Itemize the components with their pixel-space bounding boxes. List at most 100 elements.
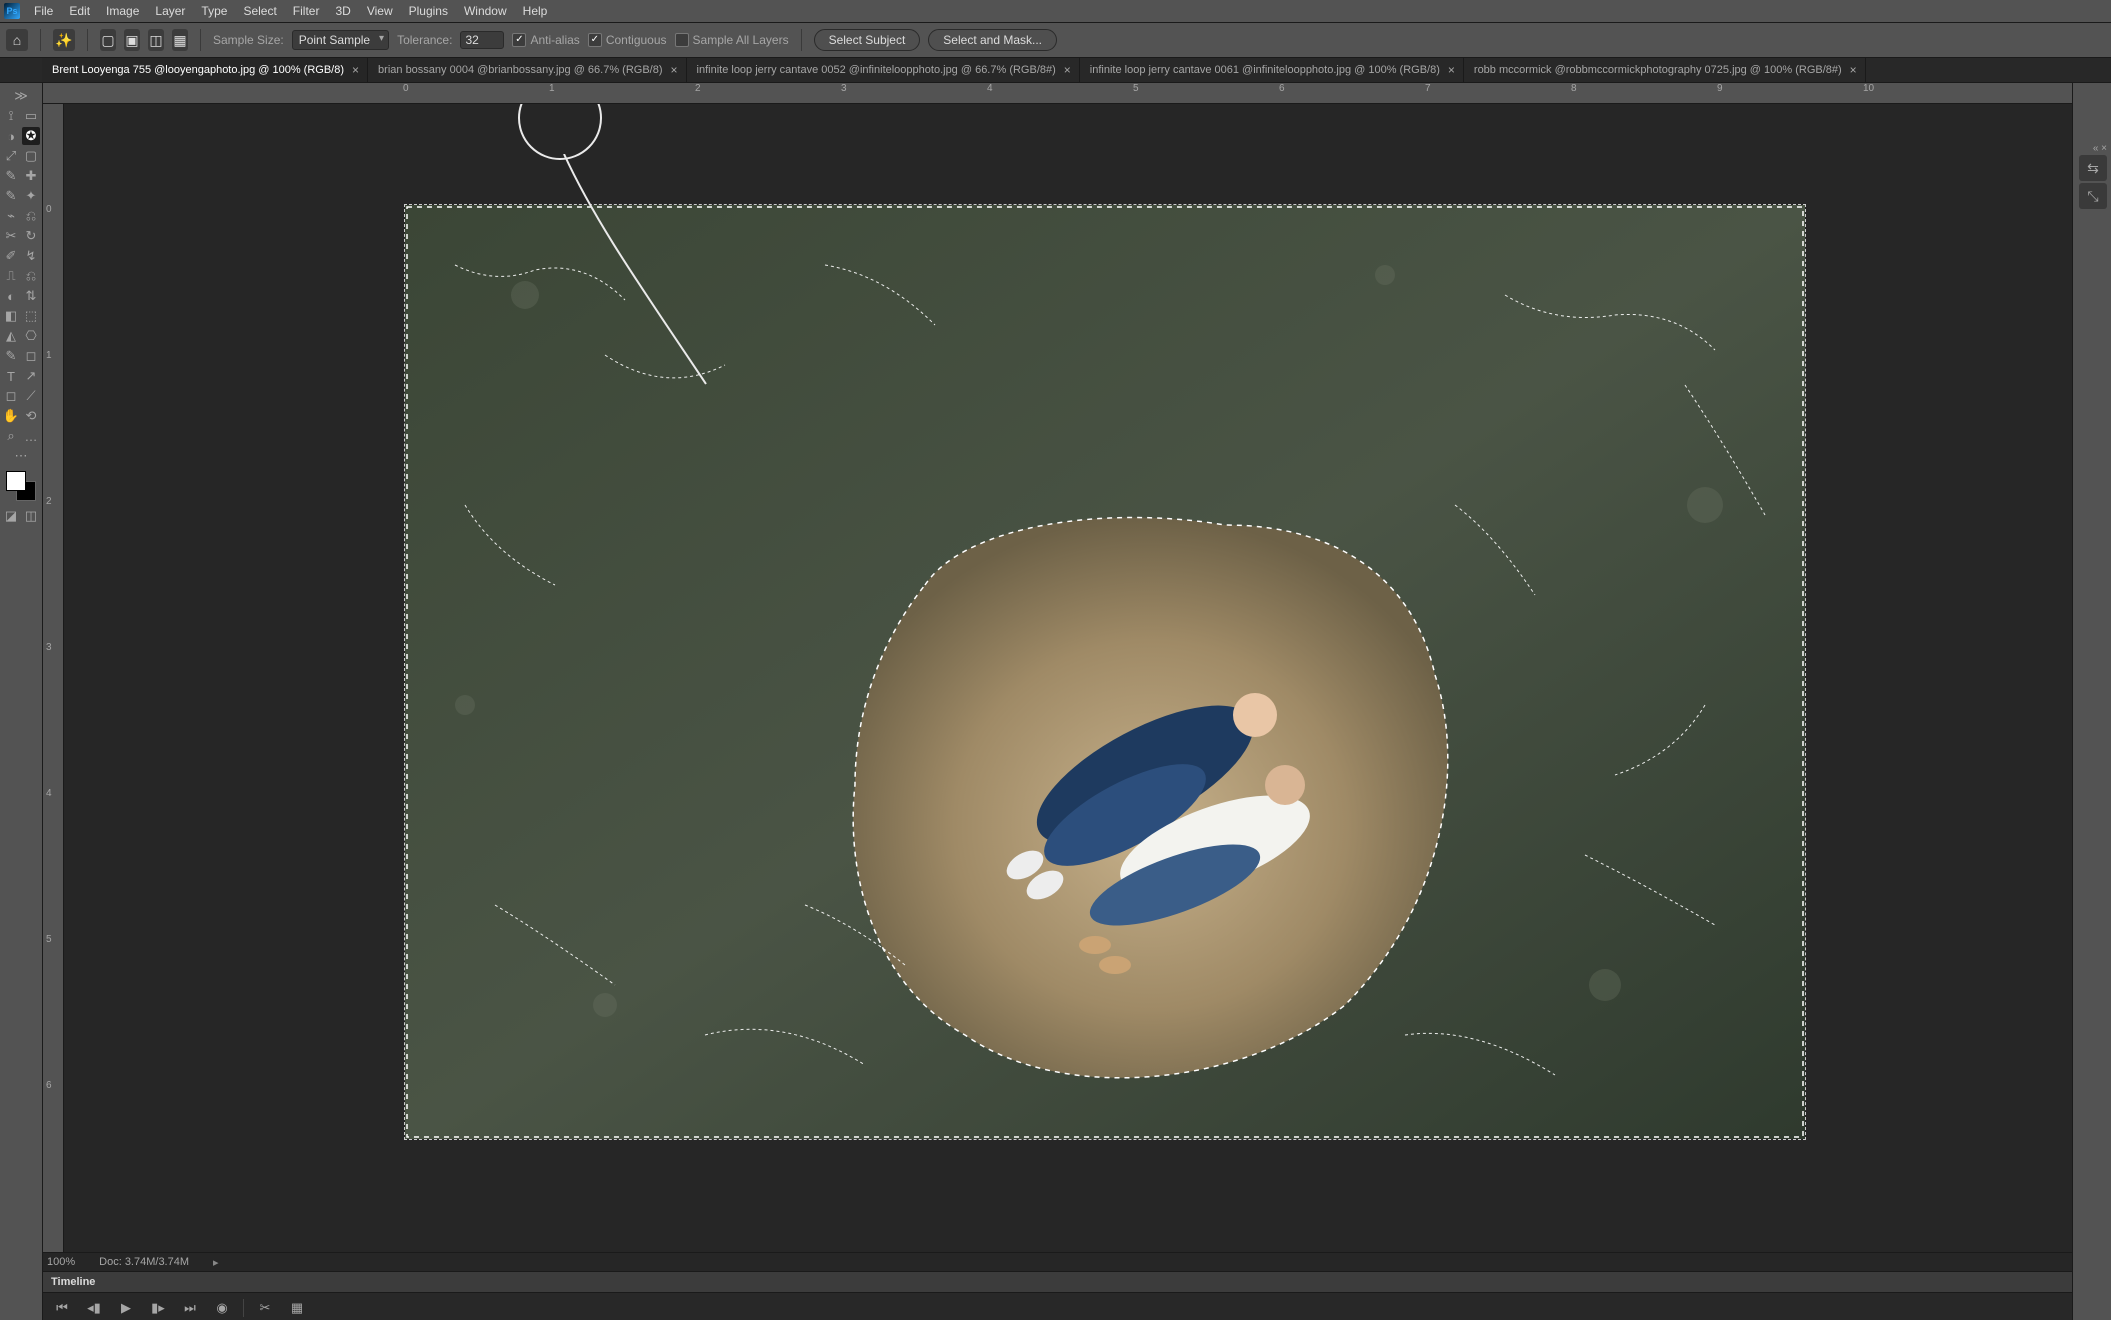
menu-3d[interactable]: 3D — [327, 2, 358, 20]
magic-wand-tool-icon[interactable]: ✨ — [53, 29, 75, 51]
split-icon[interactable]: ✂ — [254, 1297, 276, 1319]
zoom-level[interactable]: 100% — [47, 1256, 75, 1268]
ruler-tick: 3 — [46, 642, 52, 653]
ruler-vertical[interactable]: 0 1 2 3 4 5 6 — [43, 104, 64, 1252]
gradient-tool[interactable]: ↻ — [22, 227, 40, 245]
burn-tool[interactable]: ⎌ — [22, 267, 40, 285]
edit-toolbar-icon[interactable]: ⋯ — [2, 447, 40, 465]
blur-tool[interactable]: ◐ — [2, 287, 20, 305]
rotate-view-tool[interactable]: ⟲ — [22, 407, 40, 425]
pen-tool[interactable]: ✐ — [2, 247, 20, 265]
quick-mask-icon[interactable]: ◪ — [2, 507, 20, 525]
foreground-color-swatch[interactable] — [6, 471, 26, 491]
sharpen-tool[interactable]: ⇅ — [22, 287, 40, 305]
prev-frame-icon[interactable]: ◂▮ — [83, 1297, 105, 1319]
rectangle-tool[interactable]: ◧ — [2, 307, 20, 325]
selection-subtract-icon[interactable]: ◫ — [148, 29, 164, 51]
menu-view[interactable]: View — [359, 2, 401, 20]
anti-alias-checkbox[interactable]: Anti-alias — [512, 33, 579, 47]
close-icon[interactable]: × — [350, 63, 361, 77]
selection-add-icon[interactable]: ▣ — [124, 29, 140, 51]
document-tab[interactable]: robb mccormick @robbmccormickphotography… — [1464, 58, 1866, 82]
first-frame-icon[interactable]: ⏮ — [51, 1297, 73, 1319]
color-swatches[interactable] — [6, 471, 36, 501]
line-tool[interactable]: ⟋ — [22, 387, 40, 405]
lasso-tool[interactable]: ⤢ — [2, 147, 20, 165]
menu-filter[interactable]: Filter — [285, 2, 328, 20]
eraser-tool[interactable]: ✂ — [2, 227, 20, 245]
audio-icon[interactable]: ◉ — [211, 1297, 233, 1319]
document-tab[interactable]: infinite loop jerry cantave 0061 @infini… — [1080, 58, 1464, 82]
magic-wand-tool[interactable]: ✪ — [22, 127, 40, 145]
last-frame-icon[interactable]: ⏭ — [179, 1297, 201, 1319]
panel-icon[interactable]: ⤡ — [2079, 183, 2107, 209]
history-brush-tool[interactable]: ⎌ — [22, 207, 40, 225]
contiguous-checkbox[interactable]: Contiguous — [588, 33, 667, 47]
close-icon[interactable]: × — [669, 63, 680, 77]
timeline-panel-tab[interactable]: Timeline — [43, 1271, 2072, 1292]
ellipse-tool[interactable]: ◻ — [22, 347, 40, 365]
marquee-tool[interactable]: ◑ — [2, 127, 20, 145]
menu-select[interactable]: Select — [235, 2, 284, 20]
menu-layer[interactable]: Layer — [147, 2, 193, 20]
spot-heal-tool[interactable]: ✎ — [2, 187, 20, 205]
document-tab[interactable]: infinite loop jerry cantave 0052 @infini… — [687, 58, 1080, 82]
zoom-tool[interactable]: ⌕ — [2, 427, 20, 445]
menu-plugins[interactable]: Plugins — [401, 2, 456, 20]
document-tab[interactable]: Brent Looyenga 755 @looyengaphoto.jpg @ … — [42, 58, 368, 82]
ruler-tick: 9 — [1717, 83, 1723, 94]
play-icon[interactable]: ▶ — [115, 1297, 137, 1319]
close-icon[interactable]: × — [1848, 63, 1859, 77]
document-tab[interactable]: brian bossany 0004 @brianbossany.jpg @ 6… — [368, 58, 686, 82]
panel-icon[interactable]: ⇆ — [2079, 155, 2107, 181]
select-subject-button[interactable]: Select Subject — [814, 29, 921, 51]
sample-all-layers-checkbox[interactable]: Sample All Layers — [675, 33, 789, 47]
menu-help[interactable]: Help — [515, 2, 556, 20]
pencil-tool[interactable]: ✎ — [2, 347, 20, 365]
triangle-tool[interactable]: ◭ — [2, 327, 20, 345]
toolbox-handle-icon[interactable]: ≫ — [2, 87, 40, 105]
custom-shape-tool[interactable]: ⬚ — [22, 307, 40, 325]
menu-window[interactable]: Window — [456, 2, 515, 20]
selection-new-icon[interactable]: ▢ — [100, 29, 116, 51]
menu-image[interactable]: Image — [98, 2, 147, 20]
tolerance-input[interactable] — [460, 31, 504, 49]
sample-size-select[interactable]: Point Sample — [292, 30, 389, 50]
close-icon[interactable]: × — [1062, 63, 1073, 77]
hexagon-tool[interactable]: ⎔ — [22, 327, 40, 345]
select-and-mask-button[interactable]: Select and Mask... — [928, 29, 1057, 51]
text-tool[interactable]: T — [2, 367, 20, 385]
document-tabs: Brent Looyenga 755 @looyengaphoto.jpg @ … — [0, 58, 2111, 83]
menu-type[interactable]: Type — [193, 2, 235, 20]
brush-tool[interactable]: ✦ — [22, 187, 40, 205]
transition-icon[interactable]: ▦ — [286, 1297, 308, 1319]
screen-mode-icon[interactable]: ◫ — [22, 507, 40, 525]
menu-edit[interactable]: Edit — [61, 2, 98, 20]
ruler-horizontal[interactable]: 0 1 2 3 4 5 6 7 8 9 10 — [63, 83, 2072, 104]
ruler-tick: 1 — [46, 350, 52, 361]
dock-collapse-icon[interactable]: « × — [2079, 143, 2107, 153]
next-frame-icon[interactable]: ▮▸ — [147, 1297, 169, 1319]
document-image[interactable] — [404, 204, 1806, 1140]
artboard-tool[interactable]: ▭ — [22, 107, 40, 125]
close-icon[interactable]: × — [1446, 63, 1457, 77]
crop-tool[interactable]: ✚ — [22, 167, 40, 185]
eyedropper-tool[interactable]: ✎ — [2, 167, 20, 185]
separator — [40, 29, 41, 51]
hand-tool[interactable]: ✋ — [2, 407, 20, 425]
home-icon[interactable]: ⌂ — [6, 29, 28, 51]
rect-shape-tool[interactable]: ◻ — [2, 387, 20, 405]
doc-size-label[interactable]: Doc: 3.74M/3.74M — [99, 1256, 189, 1268]
smudge-tool[interactable]: ↯ — [22, 247, 40, 265]
frame-tool[interactable]: ▢ — [22, 147, 40, 165]
menu-file[interactable]: File — [26, 2, 61, 20]
dodge-tool[interactable]: ⎍ — [2, 267, 20, 285]
status-arrow-icon[interactable]: ▸ — [213, 1256, 219, 1269]
selection-intersect-icon[interactable]: ▦ — [172, 29, 188, 51]
ruler-tick: 2 — [695, 83, 701, 94]
move-tool[interactable]: ⟟ — [2, 107, 20, 125]
path-select-tool[interactable]: ↗ — [22, 367, 40, 385]
canvas[interactable] — [64, 104, 2072, 1252]
clone-tool[interactable]: ⌁ — [2, 207, 20, 225]
more-tools-icon[interactable]: … — [22, 427, 40, 445]
